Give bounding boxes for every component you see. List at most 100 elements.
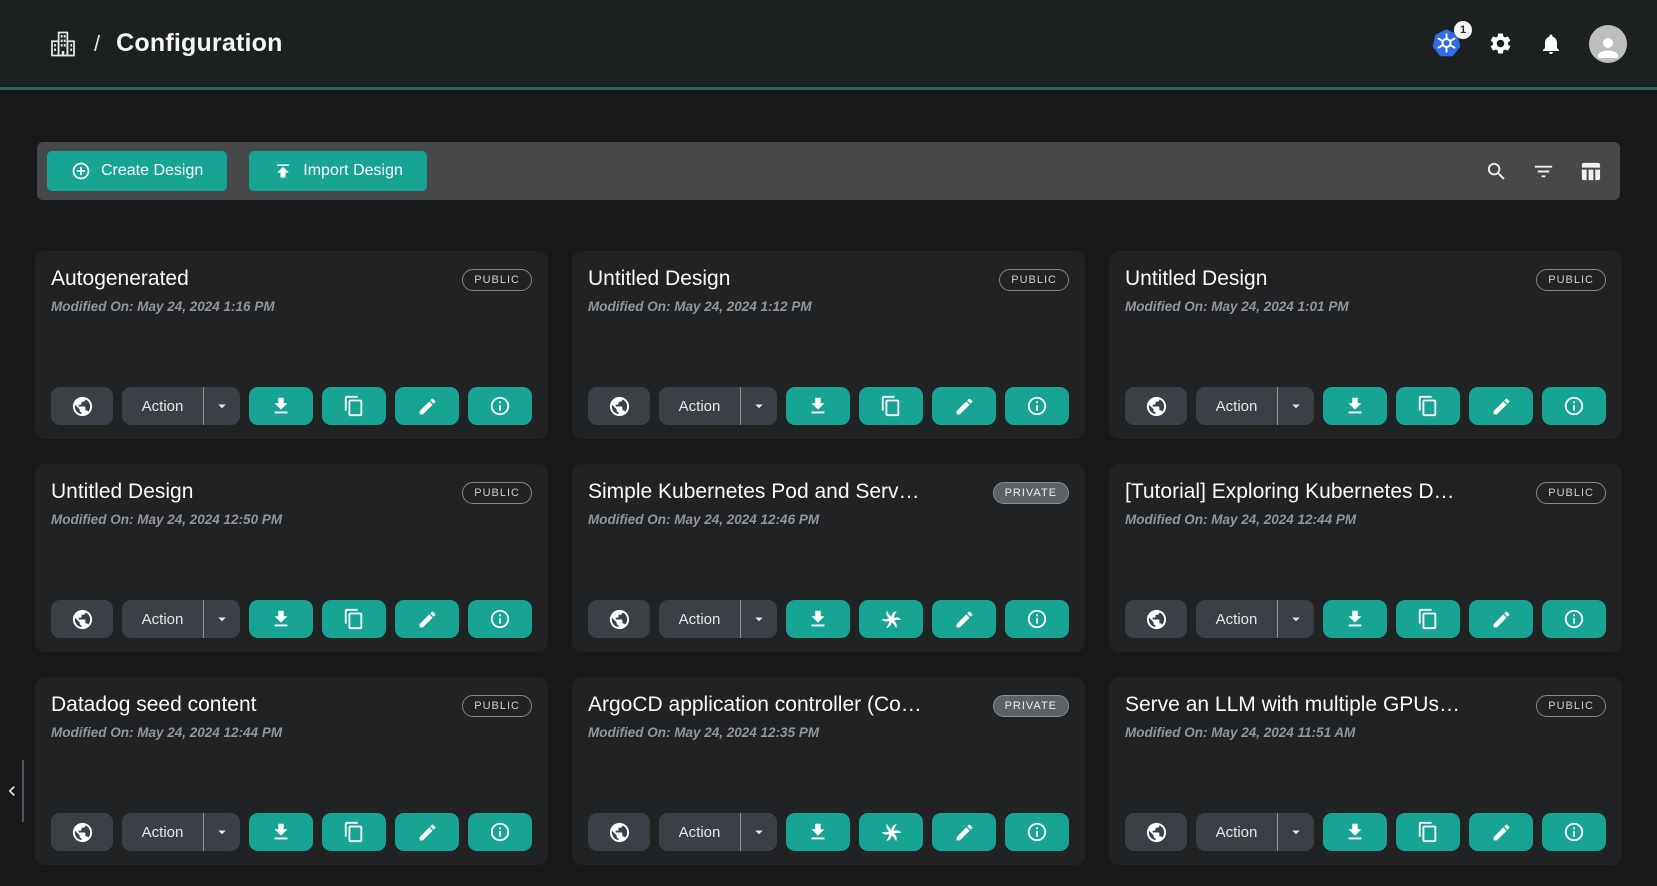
user-avatar[interactable] — [1589, 25, 1627, 63]
clone-button[interactable] — [1396, 387, 1460, 425]
chevron-down-icon — [750, 397, 768, 415]
card-header: ArgoCD application controller (Co… PRIVA… — [588, 693, 1069, 717]
download-button[interactable] — [1323, 600, 1387, 638]
clone-button[interactable] — [322, 600, 386, 638]
globe-icon — [71, 821, 94, 844]
visibility-globe-button[interactable] — [51, 387, 113, 425]
visibility-globe-button[interactable] — [588, 813, 650, 851]
search-button[interactable] — [1485, 160, 1508, 183]
kubernetes-context-button[interactable]: 1 — [1431, 28, 1462, 59]
visibility-globe-button[interactable] — [588, 600, 650, 638]
copy-icon — [880, 395, 902, 417]
sidebar-collapse-handle[interactable] — [2, 760, 24, 822]
visibility-globe-button[interactable] — [51, 813, 113, 851]
card-title: Autogenerated — [51, 267, 189, 291]
action-button[interactable]: Action — [122, 387, 203, 425]
chevron-down-icon — [213, 823, 231, 841]
action-dropdown-toggle[interactable] — [1277, 813, 1314, 851]
download-button[interactable] — [786, 813, 850, 851]
info-button[interactable] — [1005, 387, 1069, 425]
info-button[interactable] — [468, 813, 532, 851]
action-button[interactable]: Action — [122, 813, 203, 851]
info-button[interactable] — [468, 600, 532, 638]
clone-button[interactable] — [1396, 813, 1460, 851]
design-card[interactable]: Autogenerated PUBLIC Modified On: May 24… — [35, 251, 548, 439]
clone-button[interactable] — [1396, 600, 1460, 638]
info-button[interactable] — [1542, 600, 1606, 638]
action-split-button: Action — [122, 813, 240, 851]
create-design-button[interactable]: Create Design — [47, 151, 227, 191]
clone-button[interactable] — [322, 813, 386, 851]
edit-button[interactable] — [395, 387, 459, 425]
settings-button[interactable] — [1488, 31, 1513, 56]
action-dropdown-toggle[interactable] — [740, 600, 777, 638]
table-view-icon — [1579, 160, 1602, 183]
edit-button[interactable] — [395, 600, 459, 638]
design-card[interactable]: ArgoCD application controller (Co… PRIVA… — [572, 677, 1085, 865]
visibility-globe-button[interactable] — [1125, 600, 1187, 638]
info-button[interactable] — [1542, 387, 1606, 425]
info-button[interactable] — [1005, 813, 1069, 851]
design-card[interactable]: Simple Kubernetes Pod and Serv… PRIVATE … — [572, 464, 1085, 652]
edit-button[interactable] — [1469, 600, 1533, 638]
action-dropdown-toggle[interactable] — [740, 387, 777, 425]
download-button[interactable] — [249, 813, 313, 851]
download-button[interactable] — [786, 600, 850, 638]
design-card[interactable]: Untitled Design PUBLIC Modified On: May … — [35, 464, 548, 652]
card-actions: Action — [588, 387, 1069, 425]
download-button[interactable] — [1323, 813, 1387, 851]
download-button[interactable] — [249, 387, 313, 425]
edit-button[interactable] — [395, 813, 459, 851]
action-button[interactable]: Action — [1196, 813, 1277, 851]
action-dropdown-toggle[interactable] — [740, 813, 777, 851]
organization-building-icon[interactable] — [48, 29, 78, 59]
edit-button[interactable] — [932, 387, 996, 425]
visibility-globe-button[interactable] — [51, 600, 113, 638]
design-card[interactable]: Datadog seed content PUBLIC Modified On:… — [35, 677, 548, 865]
edit-button[interactable] — [932, 600, 996, 638]
design-card[interactable]: [Tutorial] Exploring Kubernetes D… PUBLI… — [1109, 464, 1622, 652]
clone-button[interactable] — [859, 387, 923, 425]
edit-button[interactable] — [1469, 387, 1533, 425]
edit-button[interactable] — [932, 813, 996, 851]
action-button[interactable]: Action — [659, 600, 740, 638]
table-view-button[interactable] — [1579, 160, 1602, 183]
action-dropdown-toggle[interactable] — [203, 813, 240, 851]
card-actions: Action — [51, 813, 532, 851]
info-button[interactable] — [468, 387, 532, 425]
action-dropdown-toggle[interactable] — [203, 387, 240, 425]
info-button[interactable] — [1542, 813, 1606, 851]
download-icon — [807, 608, 829, 630]
action-button[interactable]: Action — [1196, 387, 1277, 425]
action-button[interactable]: Action — [122, 600, 203, 638]
download-button[interactable] — [249, 600, 313, 638]
action-split-button: Action — [1196, 387, 1314, 425]
action-dropdown-toggle[interactable] — [203, 600, 240, 638]
design-card[interactable]: Serve an LLM with multiple GPUs… PUBLIC … — [1109, 677, 1622, 865]
visibility-globe-button[interactable] — [1125, 813, 1187, 851]
action-button[interactable]: Action — [659, 387, 740, 425]
download-button[interactable] — [786, 387, 850, 425]
edit-pencil-icon — [954, 822, 975, 843]
filter-button[interactable] — [1532, 160, 1555, 183]
clone-button[interactable] — [859, 600, 923, 638]
visibility-globe-button[interactable] — [1125, 387, 1187, 425]
clone-button[interactable] — [322, 387, 386, 425]
design-card[interactable]: Untitled Design PUBLIC Modified On: May … — [1109, 251, 1622, 439]
design-card[interactable]: Untitled Design PUBLIC Modified On: May … — [572, 251, 1085, 439]
action-split-button: Action — [1196, 600, 1314, 638]
action-dropdown-toggle[interactable] — [1277, 387, 1314, 425]
download-icon — [807, 821, 829, 843]
info-button[interactable] — [1005, 600, 1069, 638]
import-design-button[interactable]: Import Design — [249, 151, 427, 191]
action-button[interactable]: Action — [659, 813, 740, 851]
action-dropdown-toggle[interactable] — [1277, 600, 1314, 638]
notifications-button[interactable] — [1539, 32, 1563, 56]
clone-button[interactable] — [859, 813, 923, 851]
visibility-globe-button[interactable] — [588, 387, 650, 425]
context-count-badge: 1 — [1454, 21, 1472, 39]
globe-icon — [1145, 395, 1168, 418]
edit-button[interactable] — [1469, 813, 1533, 851]
action-button[interactable]: Action — [1196, 600, 1277, 638]
download-button[interactable] — [1323, 387, 1387, 425]
